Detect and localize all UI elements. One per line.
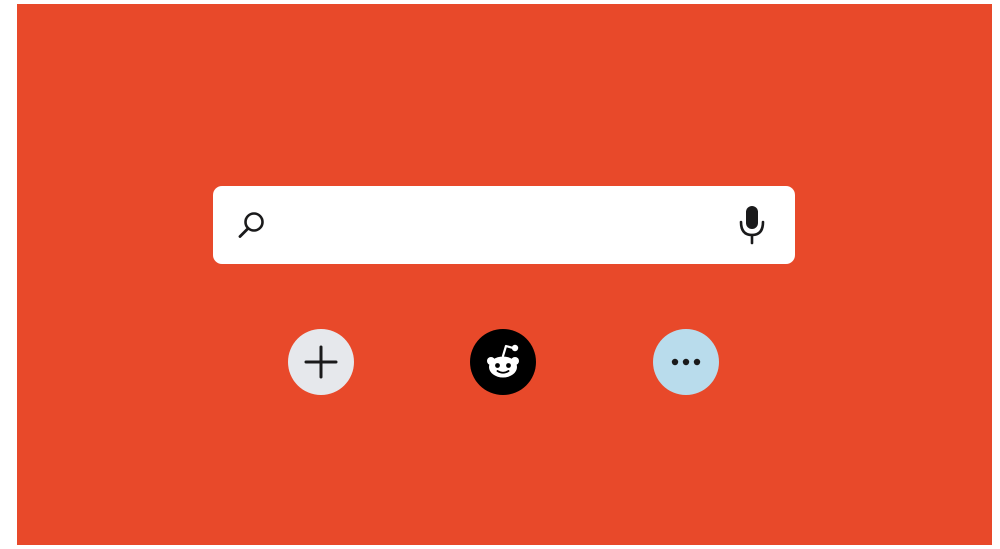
reddit-button[interactable] <box>470 329 536 395</box>
plus-icon <box>304 345 338 379</box>
more-horizontal-icon <box>671 358 701 366</box>
app-background <box>17 4 992 545</box>
reddit-logo-icon <box>487 344 519 378</box>
microphone-icon[interactable] <box>737 205 767 245</box>
search-bar[interactable] <box>213 186 795 264</box>
more-button[interactable] <box>653 329 719 395</box>
search-input[interactable] <box>283 200 727 252</box>
add-button[interactable] <box>288 329 354 395</box>
search-icon[interactable] <box>235 208 269 242</box>
